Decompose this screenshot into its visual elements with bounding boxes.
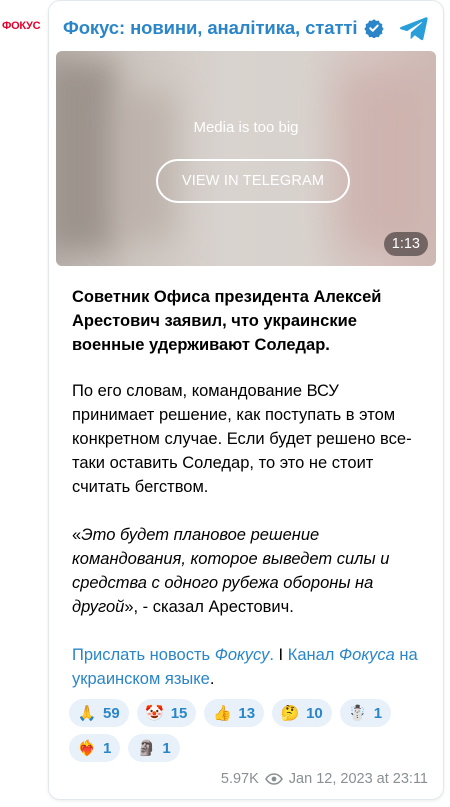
view-in-telegram-button[interactable]: VIEW IN TELEGRAM: [156, 159, 350, 203]
avatar-label: ФОКУС: [2, 20, 41, 32]
post-links: Прислать новость Фокусу. I Канал Фокуса …: [72, 643, 422, 691]
reaction-count: 1: [373, 704, 383, 722]
reaction-snowman[interactable]: ☃️ 1: [339, 699, 392, 727]
post-date-link[interactable]: Jan 12, 2023 at 23:11: [289, 771, 428, 787]
thinking-icon: 🤔: [280, 704, 300, 722]
post-header: Фокус: новини, аналітика, статті: [63, 13, 429, 43]
video-preview[interactable]: Media is too big VIEW IN TELEGRAM 1:13: [56, 51, 436, 266]
reaction-count: 1: [103, 739, 112, 757]
reaction-clown[interactable]: 🤡 15: [136, 699, 197, 727]
post-paragraph: По его словам, командование ВСУ принимае…: [72, 382, 412, 496]
post-card: Фокус: новини, аналітика, статті Media i…: [48, 0, 444, 800]
quote-attribution: », - сказал Арестович.: [124, 598, 294, 616]
ukrainian-channel-link-text: Канал: [287, 646, 340, 664]
channel-name-link[interactable]: Фокус: новини, аналітика, статті: [63, 17, 358, 39]
video-duration-badge: 1:13: [383, 232, 428, 256]
reaction-count: 13: [238, 704, 256, 722]
pray-icon: 🙏: [77, 704, 97, 722]
reaction-pray[interactable]: 🙏 59: [69, 699, 129, 727]
verified-check-icon: [364, 19, 385, 38]
reactions-row-2: ❤️‍🔥 1 🗿 1: [69, 734, 429, 762]
heart-on-fire-icon: ❤️‍🔥: [77, 739, 97, 757]
send-news-link[interactable]: Прислать новость Фокусу.: [72, 646, 274, 664]
reaction-thinking[interactable]: 🤔 10: [272, 699, 332, 727]
reaction-heart-on-fire[interactable]: ❤️‍🔥 1: [69, 734, 121, 762]
snowman-icon: ☃️: [348, 704, 368, 722]
telegram-logo-icon[interactable]: [399, 13, 429, 43]
reaction-count: 10: [306, 704, 323, 722]
clown-icon: 🤡: [145, 704, 165, 722]
channel-avatar[interactable]: ФОКУС: [0, 6, 48, 46]
post-headline: Советник Офиса президента Алексей Аресто…: [72, 288, 382, 354]
send-news-link-text: Прислать новость: [72, 646, 215, 664]
post-quote: «Это будет плановое решение командования…: [72, 523, 422, 619]
reaction-count: 1: [162, 739, 171, 757]
quote-open: «: [72, 526, 82, 544]
view-count: 5.97K: [220, 771, 259, 787]
links-separator: I: [273, 646, 288, 664]
moai-icon: 🗿: [137, 739, 156, 757]
eye-icon: [264, 773, 283, 785]
reaction-moai[interactable]: 🗿 1: [128, 734, 180, 762]
send-news-link-focus: Фокусу: [214, 646, 270, 664]
reaction-count: 15: [170, 704, 188, 722]
reactions-row-1: 🙏 59 🤡 15 👍 13 🤔 10 ☃️ 1: [69, 699, 429, 727]
reaction-thumbs-up[interactable]: 👍 13: [204, 699, 265, 727]
links-end-dot: .: [209, 670, 215, 688]
ukrainian-channel-link-focus: Фокуса: [339, 646, 395, 664]
media-too-big-message: Media is too big: [193, 119, 299, 136]
blurred-background: [56, 61, 116, 251]
blurred-background-3: [336, 71, 426, 251]
post-meta: 5.97K Jan 12, 2023 at 23:11: [221, 771, 428, 787]
thumbs-up-icon: 👍: [213, 704, 232, 722]
reaction-count: 59: [103, 704, 120, 722]
